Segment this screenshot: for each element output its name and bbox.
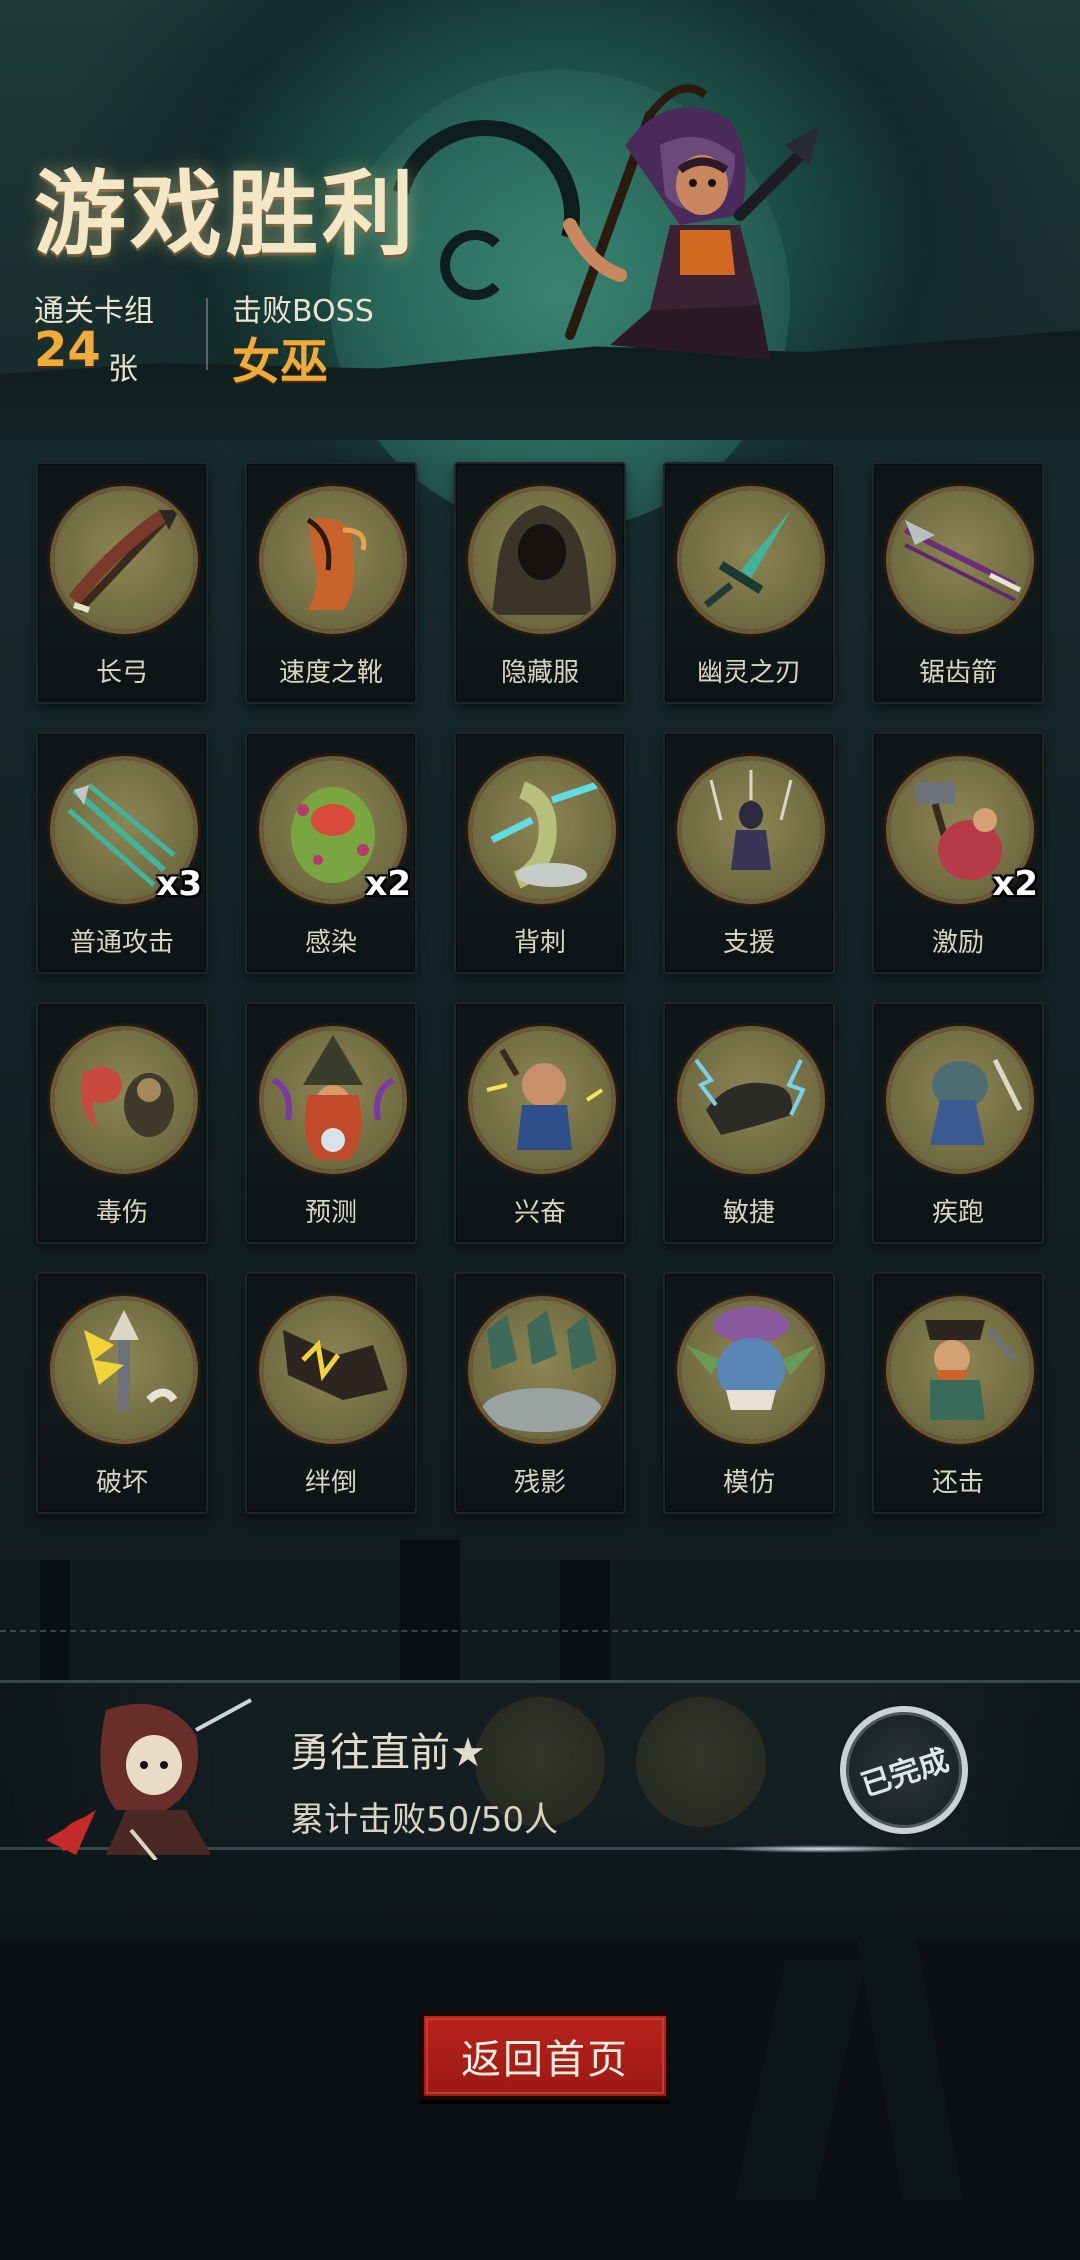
card-inspire[interactable]: x2 激励 [872, 732, 1044, 974]
card-excite[interactable]: 兴奋 [454, 1002, 626, 1244]
card-label: 敏捷 [722, 1198, 775, 1228]
achievement-title: 勇往直前★ [290, 1730, 486, 1776]
card-label: 感染 [304, 928, 357, 958]
card-longbow[interactable]: 长弓 [36, 462, 208, 704]
section-divider [0, 1630, 1080, 1632]
hooded-rogue-icon [46, 1698, 252, 1860]
card-multiplier: x2 [992, 864, 1038, 904]
masked-troll-icon [677, 1296, 825, 1444]
card-support[interactable]: 支援 [663, 732, 835, 974]
card-break[interactable]: 破坏 [36, 1272, 208, 1514]
card-label: 背刺 [513, 928, 566, 958]
card-trip[interactable]: 绊倒 [245, 1272, 417, 1514]
hooded-cloak-icon [468, 486, 616, 634]
card-sprint[interactable]: 疾跑 [872, 1002, 1044, 1244]
return-home-button[interactable]: 返回首页 [420, 2012, 670, 2100]
break-sword-icon [50, 1296, 198, 1444]
card-multiplier: x3 [156, 864, 202, 904]
excited-dwarf-icon [468, 1026, 616, 1174]
card-label: 疾跑 [931, 1198, 984, 1228]
serrated-arrow-icon [886, 486, 1034, 634]
longbow-icon [50, 486, 198, 634]
card-afterimage[interactable]: 残影 [454, 1272, 626, 1514]
achievement-progress: 累计击败50/50人 [290, 1800, 558, 1840]
support-icon [677, 756, 825, 904]
speed-boots-icon [259, 486, 407, 634]
card-agility[interactable]: 敏捷 [663, 1002, 835, 1244]
card-infection[interactable]: x2 感染 [245, 732, 417, 974]
counter-pirate-icon [886, 1296, 1034, 1444]
tree-silhouette [560, 1560, 610, 1680]
card-predict[interactable]: 预测 [245, 1002, 417, 1244]
card-mimic[interactable]: 模仿 [663, 1272, 835, 1514]
card-label: 绊倒 [304, 1468, 357, 1498]
card-label: 兴奋 [513, 1198, 566, 1228]
card-label: 残影 [513, 1468, 566, 1498]
card-backstab[interactable]: 背刺 [454, 732, 626, 974]
tree-silhouette [400, 1540, 460, 1680]
deck-count: 24 [34, 322, 101, 378]
running-beast-icon [886, 1026, 1034, 1174]
heroine-illustration [563, 84, 820, 360]
ghost-blade-icon [677, 486, 825, 634]
card-label: 锯齿箭 [918, 658, 997, 688]
boss-name: 女巫 [232, 334, 329, 390]
achievement-badge-faded [636, 1697, 766, 1827]
card-label: 普通攻击 [69, 928, 174, 958]
card-counter[interactable]: 还击 [872, 1272, 1044, 1514]
card-label: 毒伤 [95, 1198, 148, 1228]
card-normal-attack[interactable]: x3 普通攻击 [36, 732, 208, 974]
deck-card-grid: 长弓 速度之靴 隐藏服 幽灵之刃 锯齿箭 x3 普通攻击 x2 感染 背刺 支援… [36, 462, 1044, 1520]
card-label: 隐藏服 [500, 658, 579, 688]
card-serrated-arrow[interactable]: 锯齿箭 [872, 462, 1044, 704]
card-label: 长弓 [95, 658, 148, 688]
card-label: 支援 [722, 928, 775, 958]
card-label: 模仿 [722, 1468, 775, 1498]
card-multiplier: x2 [365, 864, 411, 904]
page-title: 游戏胜利 [34, 161, 419, 268]
trip-boot-icon [259, 1296, 407, 1444]
card-hooded-cloak[interactable]: 隐藏服 [454, 462, 626, 704]
poison-octopus-icon [50, 1026, 198, 1174]
lightning-panther-icon [677, 1026, 825, 1174]
card-label: 速度之靴 [278, 658, 383, 688]
witch-crystal-ball-icon [259, 1026, 407, 1174]
completed-stamp: 已完成 [840, 1706, 968, 1834]
backstab-icon [468, 756, 616, 904]
panel-glow [720, 1845, 920, 1853]
card-poison[interactable]: 毒伤 [36, 1002, 208, 1244]
card-ghost-blade[interactable]: 幽灵之刃 [663, 462, 835, 704]
card-label: 破坏 [95, 1468, 148, 1498]
victory-screen: 游戏胜利 通关卡组 24 张 击败BOSS 女巫 长弓 速度之靴 隐藏服 幽灵之… [0, 0, 1080, 2260]
swirl-decoration-inner [440, 230, 510, 300]
deck-unit: 张 [108, 352, 138, 387]
tree-silhouette [40, 1560, 70, 1680]
afterimage-cloaks-icon [468, 1296, 616, 1444]
card-label: 还击 [931, 1468, 984, 1498]
card-label: 预测 [304, 1198, 357, 1228]
card-label: 激励 [931, 928, 984, 958]
card-speed-boots[interactable]: 速度之靴 [245, 462, 417, 704]
completed-stamp-label: 已完成 [856, 1742, 954, 1804]
card-label: 幽灵之刃 [696, 658, 801, 688]
stat-divider [206, 298, 208, 370]
